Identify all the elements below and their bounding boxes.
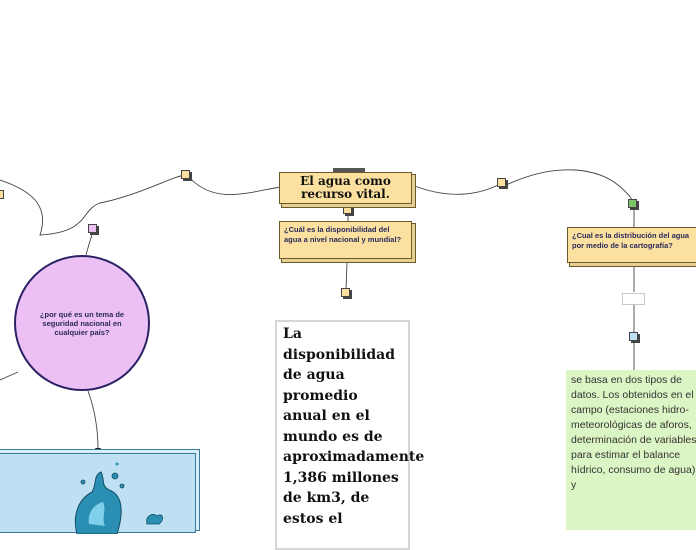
- question-security-circle[interactable]: ¿por qué es un tema de seguridad naciona…: [14, 255, 150, 391]
- connector-central-right: [411, 182, 503, 195]
- question-security-label: ¿por qué es un tema de seguridad naciona…: [39, 309, 125, 337]
- connector-node-7[interactable]: [629, 332, 638, 341]
- connector-node-4[interactable]: [343, 205, 352, 214]
- availability-answer-text: La disponibilidad de agua promedio anual…: [283, 326, 425, 527]
- question-availability[interactable]: ¿Cuál es la disponibilidad del agua a ni…: [279, 221, 412, 259]
- connector-node-edge[interactable]: [0, 190, 4, 199]
- connector-node-3[interactable]: [628, 199, 637, 208]
- central-topic-label: El agua como recurso vital.: [300, 174, 391, 201]
- connector-right-branch: [505, 169, 634, 205]
- image-node[interactable]: [0, 453, 196, 534]
- central-topic[interactable]: El agua como recurso vital.: [279, 172, 412, 204]
- availability-answer-box[interactable]: La disponibilidad de agua promedio anual…: [275, 320, 424, 550]
- question-distribution[interactable]: ¿Cual es la distribución del agua por me…: [567, 227, 696, 263]
- connector-circle-from-left: [85, 231, 94, 256]
- distribution-answer-box[interactable]: se basa en dos tipos de datos. Los obten…: [566, 370, 696, 530]
- connector-node-1[interactable]: [181, 170, 190, 179]
- connector-node-5[interactable]: [341, 288, 350, 297]
- empty-node[interactable]: [622, 293, 645, 305]
- question-distribution-label: ¿Cual es la distribución del agua por me…: [572, 231, 690, 250]
- connector-circle-left: [0, 371, 19, 381]
- connector-node-2[interactable]: [497, 178, 506, 187]
- connector-central-left: [189, 177, 281, 195]
- question-availability-label: ¿Cuál es la disponibilidad del agua a ni…: [284, 225, 402, 244]
- connector-node-6[interactable]: [88, 224, 97, 233]
- connector-q1-down: [345, 261, 348, 290]
- connector-circle-image: [87, 390, 99, 451]
- distribution-answer-text: se basa en dos tipos de datos. Los obten…: [571, 374, 696, 491]
- water-splash-icon: [74, 462, 163, 534]
